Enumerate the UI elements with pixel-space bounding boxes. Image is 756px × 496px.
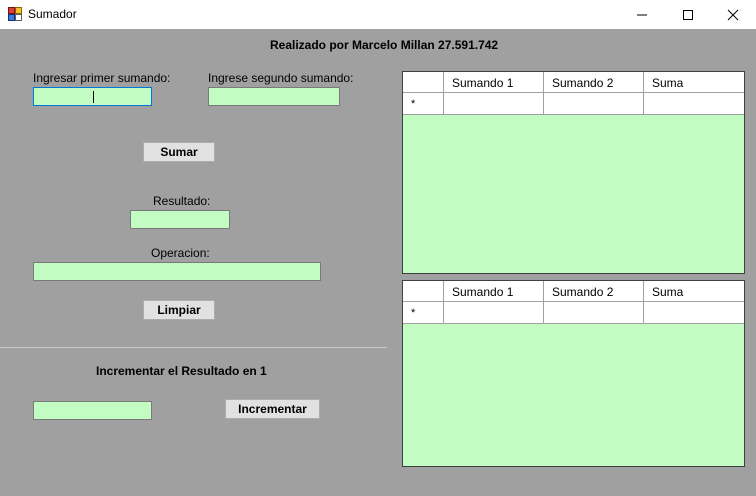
second-addend-label: Ingrese segundo sumando: (208, 71, 354, 85)
window-title: Sumador (28, 7, 77, 21)
column-header-sumando1[interactable]: Sumando 1 (444, 72, 544, 92)
data-grid-bottom[interactable]: Sumando 1 Sumando 2 Suma * (402, 280, 745, 467)
limpiar-button[interactable]: Limpiar (143, 300, 215, 320)
grid-new-row[interactable]: * (403, 93, 744, 115)
row-header-corner (403, 281, 444, 301)
text-caret (93, 91, 94, 103)
resultado-label: Resultado: (153, 194, 211, 208)
maximize-button[interactable] (665, 0, 711, 29)
incrementar-button[interactable]: Incrementar (225, 399, 320, 419)
first-addend-input[interactable] (33, 87, 152, 106)
new-row-marker: * (411, 98, 416, 110)
column-header-suma[interactable]: Suma (644, 72, 744, 92)
client-area: Realizado por Marcelo Millan 27.591.742 … (0, 29, 756, 496)
new-row-marker: * (411, 307, 416, 319)
row-header[interactable]: * (403, 93, 444, 114)
close-icon (727, 9, 739, 21)
grid-cell[interactable] (544, 93, 644, 114)
column-header-sumando2[interactable]: Sumando 2 (544, 281, 644, 301)
section-divider (0, 347, 387, 348)
second-addend-input[interactable] (208, 87, 340, 106)
row-header-corner (403, 72, 444, 92)
minimize-icon (637, 14, 647, 16)
grid-cell[interactable] (644, 302, 744, 323)
author-label: Realizado por Marcelo Millan 27.591.742 (270, 38, 499, 52)
increment-input[interactable] (33, 401, 152, 420)
operacion-label: Operacion: (151, 246, 210, 260)
close-button[interactable] (710, 0, 756, 29)
operacion-field[interactable] (33, 262, 321, 281)
sumar-button[interactable]: Sumar (143, 142, 215, 162)
column-header-sumando1[interactable]: Sumando 1 (444, 281, 544, 301)
first-addend-label: Ingresar primer sumando: (33, 71, 171, 85)
increment-heading: Incrementar el Resultado en 1 (96, 364, 267, 378)
resultado-field[interactable] (130, 210, 230, 229)
row-header[interactable]: * (403, 302, 444, 323)
data-grid-top[interactable]: Sumando 1 Sumando 2 Suma * (402, 71, 745, 274)
grid-header: Sumando 1 Sumando 2 Suma (403, 72, 744, 93)
column-header-suma[interactable]: Suma (644, 281, 744, 301)
grid-cell[interactable] (444, 302, 544, 323)
minimize-button[interactable] (619, 0, 665, 29)
grid-header: Sumando 1 Sumando 2 Suma (403, 281, 744, 302)
grid-cell[interactable] (544, 302, 644, 323)
title-bar: Sumador (0, 0, 756, 29)
app-icon (8, 7, 22, 21)
grid-new-row[interactable]: * (403, 302, 744, 324)
column-header-sumando2[interactable]: Sumando 2 (544, 72, 644, 92)
grid-cell[interactable] (644, 93, 744, 114)
grid-cell[interactable] (444, 93, 544, 114)
maximize-icon (683, 10, 693, 20)
